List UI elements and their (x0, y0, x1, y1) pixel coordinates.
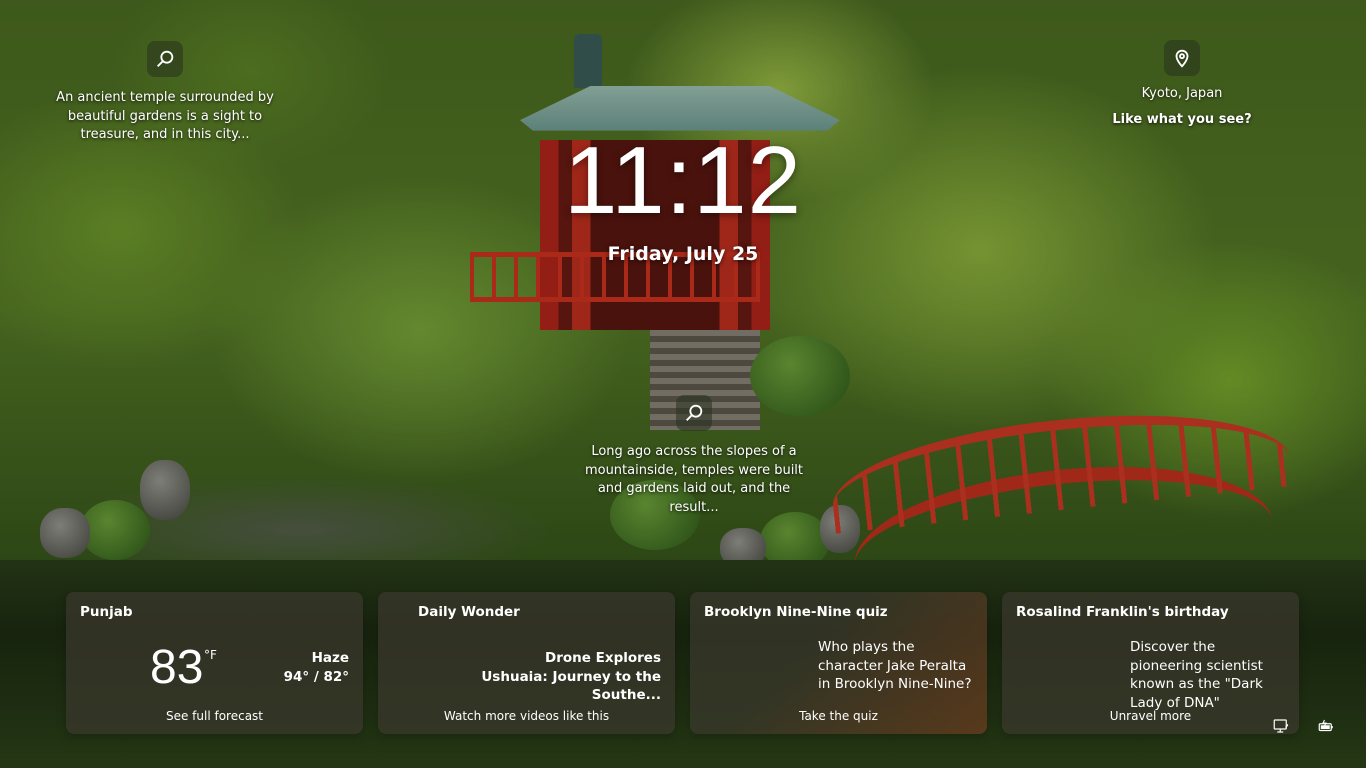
weather-condition-block: Haze 94° / 82° (284, 649, 349, 687)
daily-wonder-widget[interactable]: Daily Wonder Drone Explores Ushuaia: Jou… (378, 592, 675, 734)
battery-status[interactable] (1316, 716, 1336, 736)
location-name: Kyoto, Japan (1141, 86, 1223, 101)
search-icon (686, 404, 703, 421)
spotlight-hotspot-top[interactable] (147, 41, 183, 77)
birthday-link[interactable]: Unravel more (1002, 709, 1299, 723)
lock-screen-clock: 11:12 (563, 127, 803, 234)
birthday-title: Rosalind Franklin's birthday (1016, 604, 1229, 620)
birthday-text: Discover the pioneering scientist known … (1130, 639, 1263, 711)
weather-unit: °F (204, 648, 217, 662)
spotlight-caption-middle[interactable]: Long ago across the slopes of a mountain… (572, 443, 816, 517)
weather-location: Punjab (80, 604, 133, 620)
like-what-you-see-link[interactable]: Like what you see? (1100, 112, 1264, 127)
weather-range: 94° / 82° (283, 669, 349, 685)
spotlight-hotspot-middle[interactable] (676, 395, 712, 431)
weather-forecast-link[interactable]: See full forecast (66, 709, 363, 723)
quiz-question: Who plays the character Jake Peralta in … (818, 639, 972, 692)
weather-widget[interactable]: Punjab 83 °F Haze 94° / 82° See full for… (66, 592, 363, 734)
daily-wonder-title: Daily Wonder (418, 604, 520, 620)
search-icon (157, 50, 174, 67)
daily-wonder-headline: Drone Explores Ushuaia: Journey to the S… (481, 650, 661, 703)
quiz-link[interactable]: Take the quiz (690, 709, 987, 723)
quiz-widget[interactable]: Brooklyn Nine-Nine quiz Who plays the ch… (690, 592, 987, 734)
network-status[interactable] (1271, 716, 1291, 736)
quiz-title: Brooklyn Nine-Nine quiz (704, 604, 888, 620)
birthday-widget[interactable]: Rosalind Franklin's birthday Discover th… (1002, 592, 1299, 734)
weather-condition: Haze (311, 650, 349, 666)
battery-icon (1318, 719, 1333, 732)
daily-wonder-link[interactable]: Watch more videos like this (378, 709, 675, 723)
network-icon (1273, 719, 1289, 733)
lock-screen-date: Friday, July 25 (607, 243, 759, 265)
location-hotspot[interactable] (1164, 40, 1200, 76)
map-pin-icon (1175, 49, 1189, 68)
weather-temperature: 83 (150, 641, 204, 694)
